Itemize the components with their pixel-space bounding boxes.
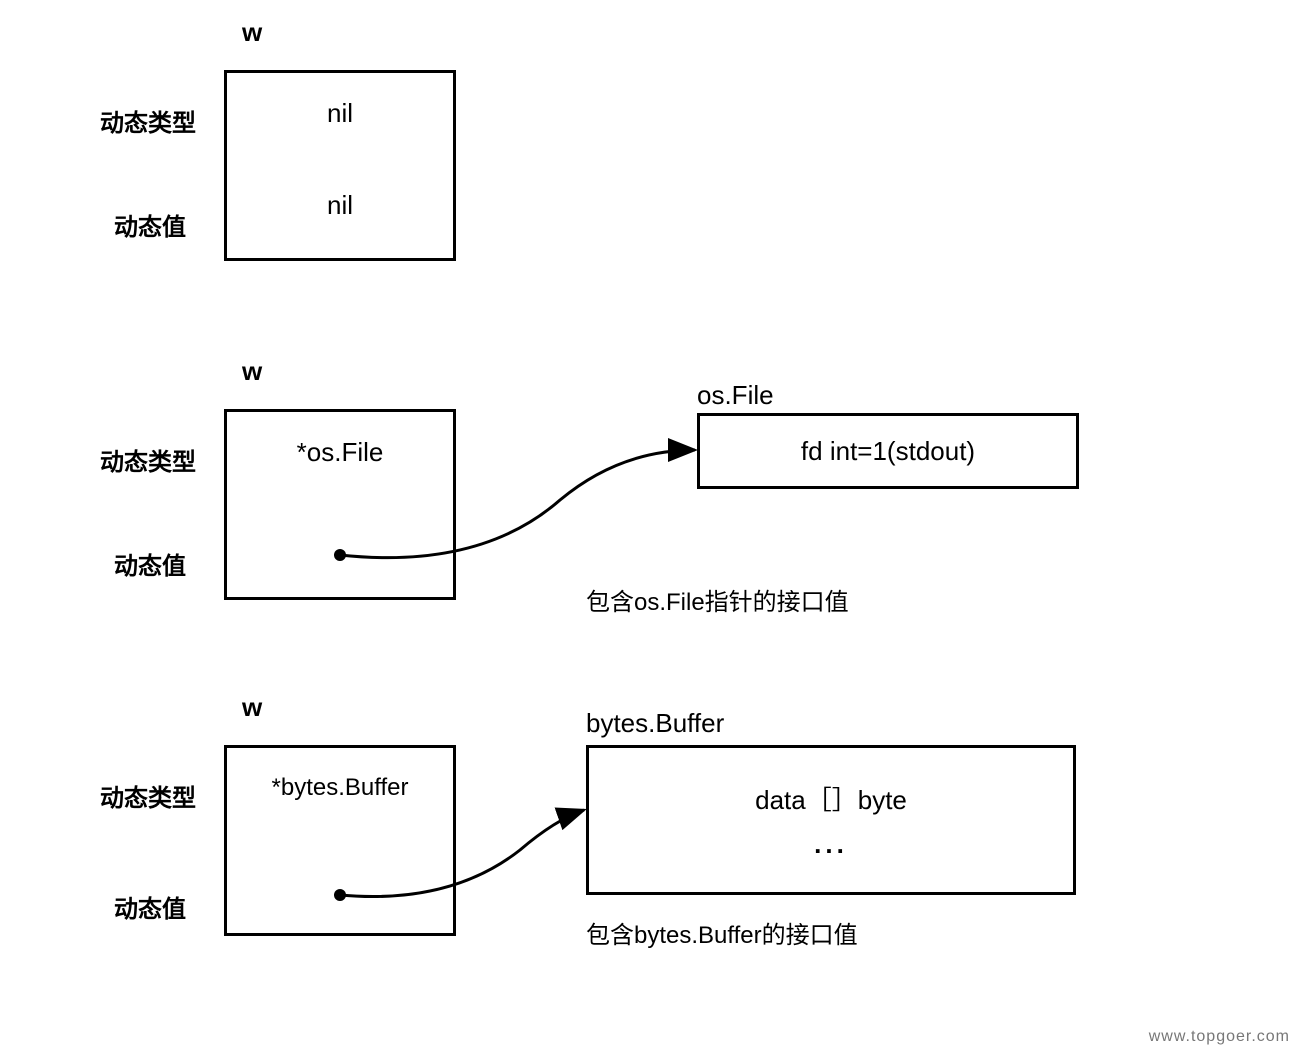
type-cell-3: *bytes.Buffer <box>224 745 456 831</box>
dynamic-value-label-3: 动态值 <box>114 889 186 924</box>
value-cell-3 <box>224 828 456 936</box>
dynamic-type-label-2: 动态类型 <box>100 442 196 477</box>
w-label-1: w <box>242 17 262 48</box>
dynamic-type-label-3: 动态类型 <box>100 778 196 813</box>
target-content-3b: ... <box>814 829 848 860</box>
w-label-3: w <box>242 692 262 723</box>
target-box-3: data［］byte ... <box>586 745 1076 895</box>
target-content-3a: data［］byte <box>755 780 907 817</box>
dynamic-value-label-2: 动态值 <box>114 546 186 581</box>
target-label-3: bytes.Buffer <box>586 708 724 739</box>
type-cell-1: nil <box>224 70 456 156</box>
dynamic-type-label-1: 动态类型 <box>100 103 196 138</box>
caption-2: 包含os.File指针的接口值 <box>586 582 849 617</box>
value-cell-2 <box>224 492 456 600</box>
arrow-3 <box>0 0 1310 1056</box>
w-label-2: w <box>242 356 262 387</box>
target-box-2: fd int=1(stdout) <box>697 413 1079 489</box>
dynamic-value-label-1: 动态值 <box>114 207 186 242</box>
caption-3: 包含bytes.Buffer的接口值 <box>586 915 858 950</box>
type-cell-2: *os.File <box>224 409 456 495</box>
target-content-2: fd int=1(stdout) <box>801 436 975 467</box>
watermark: www.topgoer.com <box>1149 1028 1290 1046</box>
arrow-2 <box>0 0 1310 1056</box>
value-cell-1: nil <box>224 153 456 261</box>
target-label-2: os.File <box>697 380 774 411</box>
